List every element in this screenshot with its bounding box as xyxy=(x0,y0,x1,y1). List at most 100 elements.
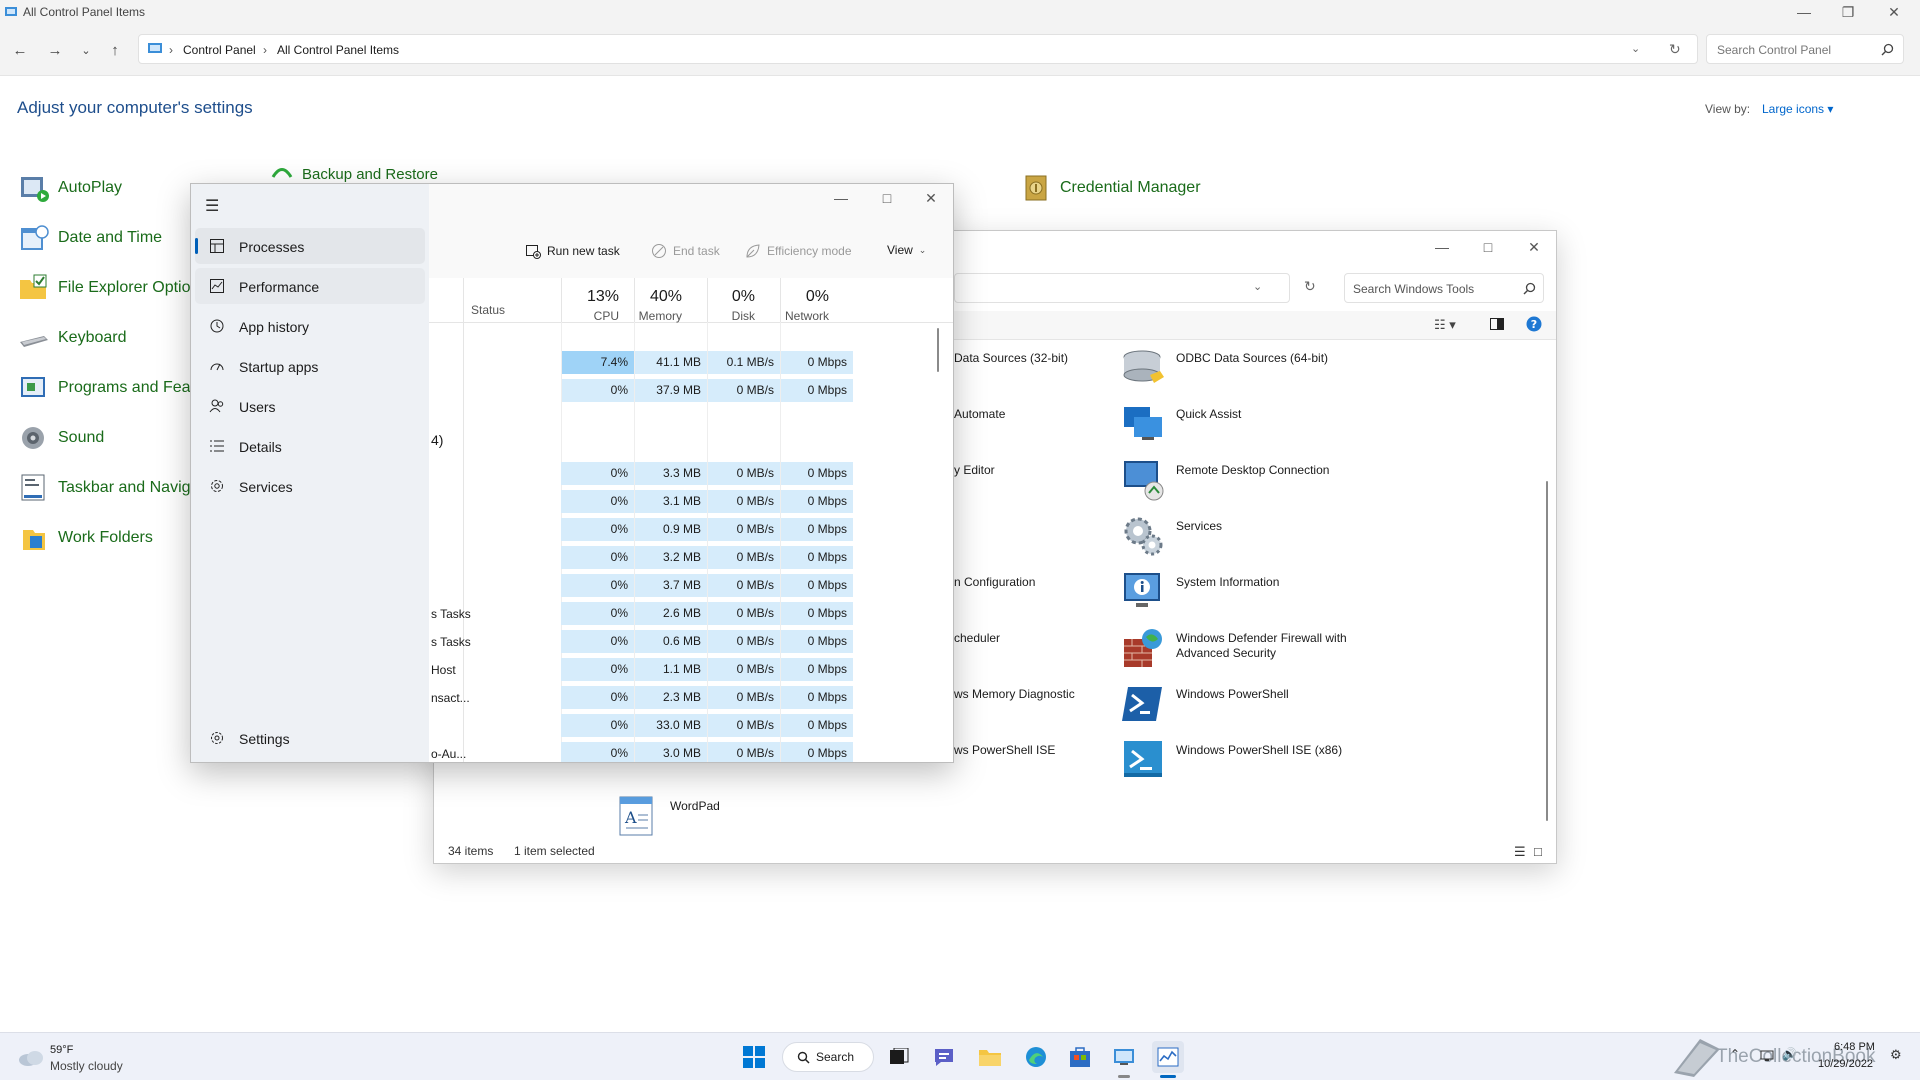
tool-windows-powershell-ise-x86[interactable]: Windows PowerShell ISE (x86) xyxy=(1120,737,1366,783)
volume-icon[interactable]: 🔊 xyxy=(1782,1047,1797,1061)
microsoft-store-button[interactable] xyxy=(1064,1041,1096,1073)
teams-chat-button[interactable] xyxy=(928,1041,960,1073)
table-row[interactable]: s Tasks 0% 2.6 MB 0 MB/s 0 Mbps xyxy=(429,602,953,625)
tool-power-automate-label[interactable]: Automate xyxy=(954,407,1005,421)
task-view-button[interactable] xyxy=(884,1041,916,1073)
windows-tools-address-bar[interactable]: ⌄ xyxy=(954,273,1290,303)
close-button[interactable]: ✕ xyxy=(1514,235,1554,259)
large-icons-view-icon[interactable]: □ xyxy=(1534,844,1542,859)
table-row[interactable]: 0% 3.3 MB 0 MB/s 0 Mbps xyxy=(429,462,953,485)
address-dropdown-icon[interactable]: ⌄ xyxy=(1253,280,1262,293)
restore-button[interactable]: ❐ xyxy=(1828,0,1868,24)
tool-odbc-64[interactable]: ODBC Data Sources (64-bit) xyxy=(1120,345,1366,391)
maximize-button[interactable]: □ xyxy=(867,186,907,210)
address-bar[interactable]: › Control Panel › All Control Panel Item… xyxy=(138,34,1698,64)
cp-item-programs-and-features[interactable]: Programs and Feat xyxy=(18,372,195,404)
help-icon[interactable]: ? xyxy=(1526,316,1542,332)
tool-defender-firewall[interactable]: Windows Defender Firewall with Advanced … xyxy=(1120,625,1366,671)
tool-quick-assist[interactable]: Quick Assist xyxy=(1120,401,1366,447)
start-button[interactable] xyxy=(738,1041,770,1073)
tool-services[interactable]: Services xyxy=(1120,513,1366,559)
taskbar-search-button[interactable]: Search xyxy=(782,1042,874,1072)
refresh-icon[interactable]: ↻ xyxy=(1669,41,1681,58)
nav-settings[interactable]: Settings xyxy=(195,720,425,756)
table-row[interactable]: 0% 3.7 MB 0 MB/s 0 Mbps xyxy=(429,574,953,597)
breadcrumb-control-panel[interactable]: Control Panel xyxy=(183,43,256,57)
preview-pane-icon[interactable] xyxy=(1490,318,1504,330)
nav-startup-apps[interactable]: Startup apps xyxy=(195,348,425,384)
efficiency-mode-button[interactable]: Efficiency mode xyxy=(745,243,852,259)
minimize-button[interactable]: — xyxy=(821,186,861,210)
search-windows-tools-input[interactable]: Search Windows Tools xyxy=(1344,273,1544,303)
details-view-icon[interactable]: ☰ xyxy=(1514,844,1526,860)
tool-remote-desktop[interactable]: Remote Desktop Connection xyxy=(1120,457,1366,503)
close-button[interactable]: ✕ xyxy=(911,186,951,210)
nav-details[interactable]: Details xyxy=(195,428,425,464)
hamburger-menu-icon[interactable]: ☰ xyxy=(205,196,219,216)
show-hidden-icons-chevron[interactable]: ⌃ xyxy=(1730,1047,1740,1061)
nav-app-history[interactable]: App history xyxy=(195,308,425,344)
tool-system-information[interactable]: System Information xyxy=(1120,569,1366,615)
tool-system-configuration-label[interactable]: n Configuration xyxy=(954,575,1035,589)
table-row[interactable]: nsact... 0% 2.3 MB 0 MB/s 0 Mbps xyxy=(429,686,953,709)
clock-time[interactable]: 6:48 PM xyxy=(1834,1041,1875,1053)
table-row[interactable]: 7.4% 41.1 MB 0.1 MB/s 0 Mbps xyxy=(429,351,953,374)
cp-item-sound[interactable]: Sound xyxy=(18,422,104,454)
cp-item-work-folders[interactable]: Work Folders xyxy=(18,522,153,554)
nav-processes[interactable]: Processes xyxy=(195,228,425,264)
file-explorer-button[interactable] xyxy=(974,1041,1006,1073)
minimize-button[interactable]: — xyxy=(1422,235,1462,259)
minimize-button[interactable]: — xyxy=(1784,0,1824,24)
view-by-dropdown[interactable]: Large icons ▾ xyxy=(1762,102,1833,116)
cp-item-taskbar-and-navigation[interactable]: Taskbar and Navig xyxy=(18,472,191,504)
table-row[interactable]: Host 0% 1.1 MB 0 MB/s 0 Mbps xyxy=(429,658,953,681)
column-status[interactable]: Status xyxy=(471,303,505,317)
table-row[interactable]: 0% 37.9 MB 0 MB/s 0 Mbps xyxy=(429,379,953,402)
up-arrow-icon[interactable]: ↑ xyxy=(103,38,127,62)
vertical-scrollbar[interactable] xyxy=(1546,481,1548,821)
table-row[interactable]: s Tasks 0% 0.6 MB 0 MB/s 0 Mbps xyxy=(429,630,953,653)
tool-wordpad[interactable]: A WordPad xyxy=(614,793,860,839)
cp-item-credential-manager[interactable]: Credential Manager xyxy=(1020,172,1201,204)
cp-item-autoplay[interactable]: AutoPlay xyxy=(18,172,122,204)
tool-memory-diagnostic-label[interactable]: ws Memory Diagnostic xyxy=(954,687,1075,701)
task-manager-taskbar-button[interactable] xyxy=(1152,1041,1184,1073)
table-row[interactable]: 0% 3.2 MB 0 MB/s 0 Mbps xyxy=(429,546,953,569)
refresh-icon[interactable]: ↻ xyxy=(1304,278,1316,295)
edge-browser-button[interactable] xyxy=(1020,1041,1052,1073)
clock-date[interactable]: 10/29/2022 xyxy=(1818,1058,1873,1070)
back-arrow-icon[interactable]: ← xyxy=(8,38,32,62)
weather-widget[interactable]: 59°F Mostly cloudy xyxy=(14,1041,184,1075)
view-dropdown-button[interactable]: View ⌄ xyxy=(887,243,926,257)
restore-button[interactable]: □ xyxy=(1468,235,1508,259)
nav-services[interactable]: Services xyxy=(195,468,425,504)
tool-powershell-ise-label[interactable]: ws PowerShell ISE xyxy=(954,743,1055,757)
forward-arrow-icon[interactable]: → xyxy=(43,38,67,62)
control-panel-taskbar-button[interactable] xyxy=(1108,1041,1140,1073)
notification-bell-icon[interactable]: ⚙ xyxy=(1890,1047,1902,1063)
network-icon[interactable] xyxy=(1760,1049,1776,1063)
breadcrumb-all-items[interactable]: All Control Panel Items xyxy=(277,43,399,57)
table-row[interactable]: 0% 0.9 MB 0 MB/s 0 Mbps xyxy=(429,518,953,541)
cp-item-file-explorer-options[interactable]: File Explorer Optio xyxy=(18,272,191,304)
table-row[interactable]: 0% 3.1 MB 0 MB/s 0 Mbps xyxy=(429,490,953,513)
cp-item-date-and-time[interactable]: Date and Time xyxy=(18,222,162,254)
view-layout-icon[interactable]: ☷ ▾ xyxy=(1434,317,1456,333)
recent-locations-chevron-icon[interactable]: ⌄ xyxy=(74,38,98,62)
address-dropdown-icon[interactable]: ⌄ xyxy=(1631,42,1640,55)
search-control-panel-input[interactable]: Search Control Panel xyxy=(1706,34,1904,64)
nav-performance[interactable]: Performance xyxy=(195,268,425,304)
end-task-button[interactable]: End task xyxy=(651,243,720,259)
table-row[interactable]: 0% 33.0 MB 0 MB/s 0 Mbps xyxy=(429,714,953,737)
table-row[interactable]: o-Au... 0% 3.0 MB 0 MB/s 0 Mbps xyxy=(429,742,953,762)
nav-users[interactable]: Users xyxy=(195,388,425,424)
run-new-task-button[interactable]: Run new task xyxy=(525,243,620,259)
tool-windows-powershell[interactable]: Windows PowerShell xyxy=(1120,681,1366,727)
tool-registry-editor-label[interactable]: y Editor xyxy=(954,463,995,477)
group-row[interactable] xyxy=(429,417,953,440)
column-cpu[interactable]: 13% CPU xyxy=(561,288,619,323)
tool-odbc-32-label[interactable]: Data Sources (32-bit) xyxy=(954,351,1068,365)
tool-task-scheduler-label[interactable]: cheduler xyxy=(954,631,1000,645)
column-memory[interactable]: 40% Memory xyxy=(624,288,682,323)
cp-item-keyboard[interactable]: Keyboard xyxy=(18,322,127,354)
